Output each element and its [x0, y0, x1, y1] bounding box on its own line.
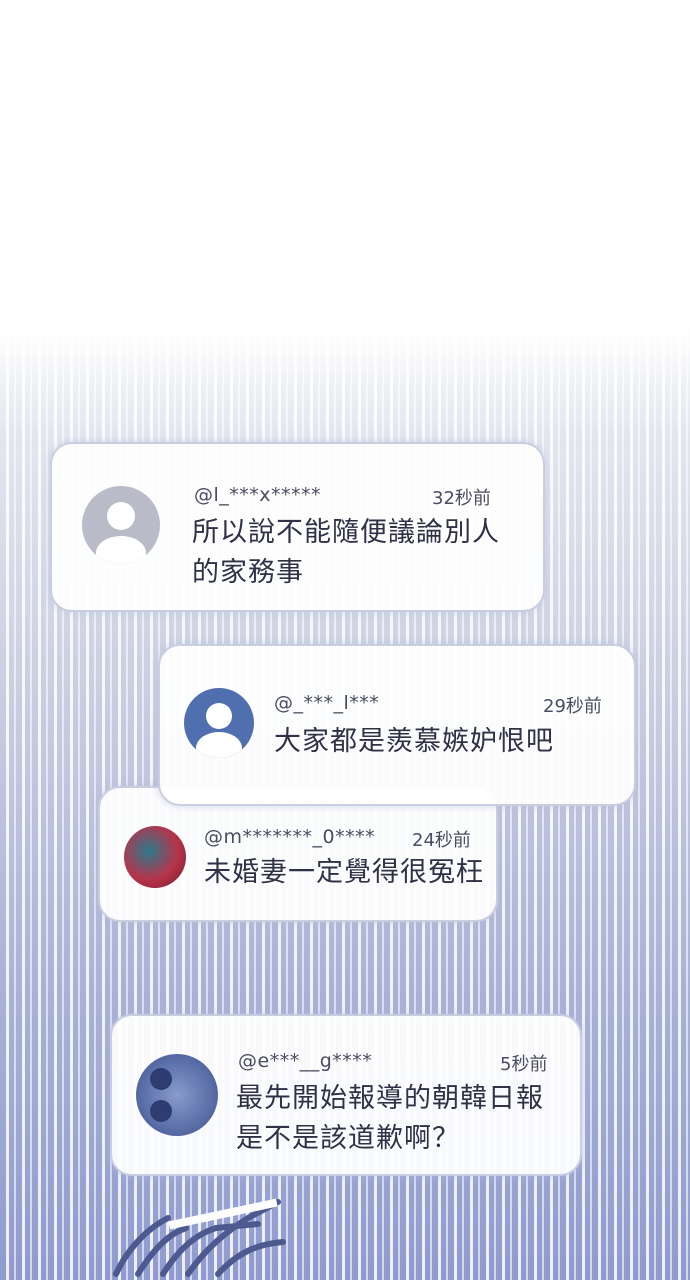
comment-text-line-1: 所以說不能隨便議論別人: [192, 517, 500, 548]
username: @l_***x*****: [194, 484, 322, 506]
comment-text-line-2: 是不是該道歉啊？: [236, 1123, 460, 1154]
comment-card-2: @_***_l*** 29秒前 大家都是羨慕嫉妒恨吧: [158, 644, 636, 806]
timestamp: 29秒前: [543, 696, 602, 717]
comment-text-line-1: 未婚妻一定覺得很冤枉: [204, 857, 484, 888]
avatar: [136, 1054, 218, 1136]
username: @e***__g****: [238, 1050, 373, 1072]
timestamp: 24秒前: [412, 830, 471, 851]
comment-card-3: @m*******_0**** 24秒前 未婚妻一定覺得很冤枉: [98, 786, 498, 922]
avatar: [82, 486, 160, 564]
comment-card-4: @e***__g**** 5秒前 最先開始報導的朝韓日報 是不是該道歉啊？: [110, 1014, 582, 1176]
comment-card-1: @l_***x***** 32秒前 所以說不能隨便議論別人 的家務事: [50, 442, 545, 612]
background-fade: [0, 300, 690, 380]
avatar: [124, 826, 186, 888]
timestamp: 5秒前: [500, 1054, 548, 1075]
comment-text-line-1: 最先開始報導的朝韓日報: [236, 1083, 544, 1114]
username: @_***_l***: [274, 692, 380, 714]
avatar: [184, 688, 254, 758]
timestamp: 32秒前: [432, 488, 491, 509]
username: @m*******_0****: [204, 826, 376, 848]
comment-text-line-2: 的家務事: [192, 557, 304, 588]
comment-text-line-1: 大家都是羨慕嫉妒恨吧: [274, 726, 554, 757]
swoosh-logo-icon: [113, 1198, 286, 1277]
